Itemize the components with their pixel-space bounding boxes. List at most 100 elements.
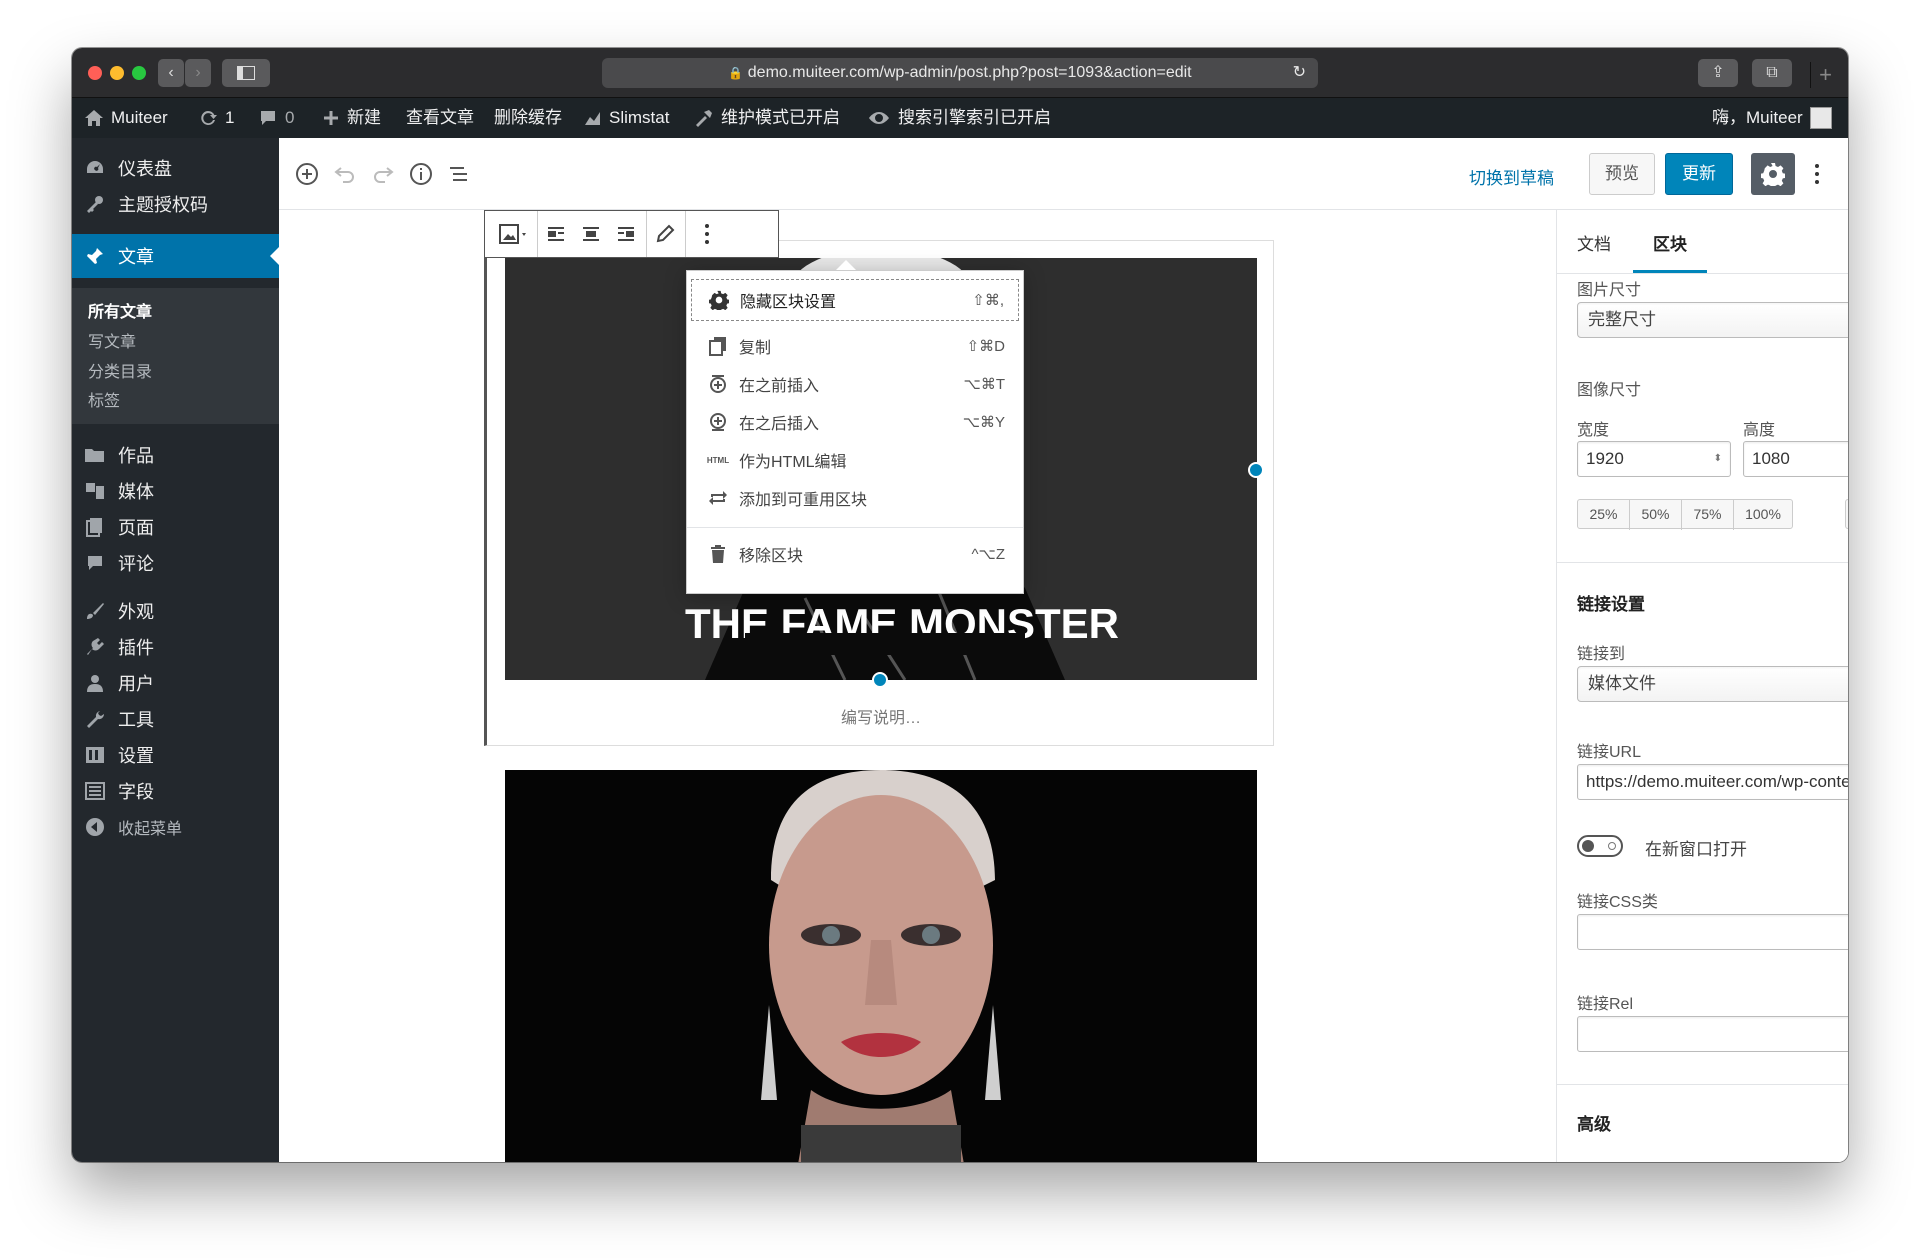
site-name-link[interactable]: Muiteer xyxy=(84,98,168,138)
redo-button[interactable] xyxy=(369,160,397,188)
content-info-button[interactable] xyxy=(407,160,435,188)
comments-link[interactable]: 0 xyxy=(258,98,294,138)
caption-input[interactable]: 编写说明… xyxy=(505,704,1257,728)
submenu-new-post[interactable]: 写文章 xyxy=(88,328,136,352)
clear-cache-link[interactable]: 删除缓存 xyxy=(494,98,562,138)
height-input[interactable]: 1080 ⬍ xyxy=(1743,441,1848,477)
media-icon xyxy=(84,480,106,502)
image-portrait[interactable] xyxy=(505,770,1257,1162)
sidebar-icon xyxy=(237,66,255,80)
sidebar-item-license[interactable]: 主题授权码 xyxy=(72,182,279,226)
posts-submenu: 所有文章 写文章 分类目录 标签 xyxy=(72,288,279,424)
image-icon xyxy=(499,224,526,244)
comment-icon xyxy=(84,552,106,574)
my-account-link[interactable]: 嗨，Muiteer xyxy=(1712,98,1832,138)
plus-icon xyxy=(324,111,338,125)
back-button[interactable]: ‹ xyxy=(158,59,184,87)
minimize-window-button[interactable] xyxy=(110,66,124,80)
url-bar[interactable]: 🔒 demo.muiteer.com/wp-admin/post.php?pos… xyxy=(602,58,1318,88)
menu-item-insert-after[interactable]: 在之后插入 ⌥⌘Y xyxy=(691,401,1019,443)
edit-image-button[interactable] xyxy=(652,221,678,247)
slimstat-link[interactable]: Slimstat xyxy=(584,98,669,138)
forward-button[interactable]: › xyxy=(185,59,211,87)
link-css-input[interactable] xyxy=(1577,914,1848,950)
updates-link[interactable]: 1 xyxy=(198,98,234,138)
align-center-button[interactable] xyxy=(578,221,604,247)
share-button[interactable]: ⇪ xyxy=(1698,59,1738,87)
link-css-label: 链接CSS类 xyxy=(1577,894,1658,911)
switch-to-draft-button[interactable]: 切换到草稿 xyxy=(1469,164,1554,189)
image-dimensions-label: 图像尺寸 xyxy=(1577,382,1642,399)
link-settings-title[interactable]: 链接设置 xyxy=(1577,590,1645,615)
zoom-window-button[interactable] xyxy=(132,66,146,80)
tab-block[interactable]: 区块 xyxy=(1653,230,1687,255)
settings-toggle-button[interactable] xyxy=(1751,153,1795,195)
link-rel-input[interactable] xyxy=(1577,1016,1848,1052)
dashboard-icon xyxy=(84,157,106,179)
pencil-icon xyxy=(656,224,675,243)
repeat-icon xyxy=(707,487,729,509)
maintenance-link[interactable]: 维护模式已开启 xyxy=(694,98,840,138)
resize-handle-bottom[interactable] xyxy=(872,672,888,688)
advanced-title[interactable]: 高级 xyxy=(1577,1110,1611,1135)
collapse-menu-button[interactable]: 收起菜单 xyxy=(72,805,279,849)
eye-icon xyxy=(869,112,889,124)
percent-50-button[interactable]: 50% xyxy=(1630,500,1682,530)
brush-icon xyxy=(84,600,106,622)
reset-size-button[interactable]: 重置 xyxy=(1845,499,1848,529)
sidebar-item-comments[interactable]: 评论 xyxy=(72,541,279,585)
link-url-input[interactable]: https://demo.muiteer.com/wp-content xyxy=(1577,764,1848,800)
tabs-button[interactable]: ⧉ xyxy=(1752,59,1792,87)
image-size-label: 图片尺寸 xyxy=(1577,282,1642,299)
link-to-select[interactable]: 媒体文件 ⬍ xyxy=(1577,666,1848,702)
new-tab-button[interactable]: + xyxy=(1810,62,1840,88)
block-toolbar xyxy=(484,210,779,258)
menu-item-remove-block[interactable]: 移除区块 ^⌥Z xyxy=(691,533,1019,575)
menu-item-hide-settings[interactable]: 隐藏区块设置 ⇧⌘, xyxy=(691,279,1019,321)
admin-sidebar: 仪表盘 主题授权码 文章 所有文章 写文章 分类目录 标签 作品 媒体 页面 评… xyxy=(72,138,279,1162)
undo-icon xyxy=(334,167,354,183)
tab-document[interactable]: 文档 xyxy=(1577,230,1611,255)
menu-item-insert-before[interactable]: 在之前插入 ⌥⌘T xyxy=(691,363,1019,405)
toolbar-divider xyxy=(646,211,647,257)
menu-item-add-reusable[interactable]: 添加到可重用区块 xyxy=(691,477,1019,519)
align-right-button[interactable] xyxy=(613,221,639,247)
change-block-type-button[interactable] xyxy=(493,221,533,247)
link-to-label: 链接到 xyxy=(1577,646,1626,663)
page-icon xyxy=(84,516,106,538)
submenu-tags[interactable]: 标签 xyxy=(88,387,120,411)
reload-icon[interactable]: ↻ xyxy=(1293,58,1306,88)
user-icon xyxy=(84,672,106,694)
sidebar-toggle-button[interactable] xyxy=(222,59,270,87)
menu-item-duplicate[interactable]: 复制 ⇧⌘D xyxy=(691,325,1019,367)
undo-button[interactable] xyxy=(331,160,359,188)
add-block-button[interactable] xyxy=(293,160,321,188)
resize-handle-right[interactable] xyxy=(1248,462,1264,478)
sidebar-item-posts[interactable]: 文章 xyxy=(72,234,279,278)
percent-100-button[interactable]: 100% xyxy=(1734,500,1792,530)
key-icon xyxy=(84,193,106,215)
view-post-link[interactable]: 查看文章 xyxy=(406,98,474,138)
menu-item-edit-html[interactable]: HTML 作为HTML编辑 xyxy=(691,439,1019,481)
block-navigation-button[interactable] xyxy=(445,160,473,188)
percent-25-button[interactable]: 25% xyxy=(1578,500,1630,530)
tabs-divider xyxy=(1557,273,1848,274)
width-input[interactable]: 1920 ⬍ xyxy=(1577,441,1731,477)
image-size-select[interactable]: 完整尺寸 ⬍ xyxy=(1577,302,1848,338)
align-center-icon xyxy=(583,227,599,241)
preview-button[interactable]: 预览 xyxy=(1589,153,1655,195)
close-window-button[interactable] xyxy=(88,66,102,80)
align-left-button[interactable] xyxy=(543,221,569,247)
new-content-link[interactable]: 新建 xyxy=(322,98,381,138)
more-options-button[interactable] xyxy=(1807,158,1827,190)
stats-icon xyxy=(585,112,600,125)
percent-75-button[interactable]: 75% xyxy=(1682,500,1734,530)
submenu-all-posts[interactable]: 所有文章 xyxy=(88,298,152,322)
update-button[interactable]: 更新 xyxy=(1665,153,1733,195)
more-block-options-button[interactable] xyxy=(692,221,722,247)
trash-icon xyxy=(707,543,729,565)
search-index-link[interactable]: 搜索引擎索引已开启 xyxy=(867,98,1051,138)
new-window-toggle[interactable] xyxy=(1577,835,1623,857)
plus-circle-icon xyxy=(296,163,318,185)
submenu-categories[interactable]: 分类目录 xyxy=(88,358,152,382)
